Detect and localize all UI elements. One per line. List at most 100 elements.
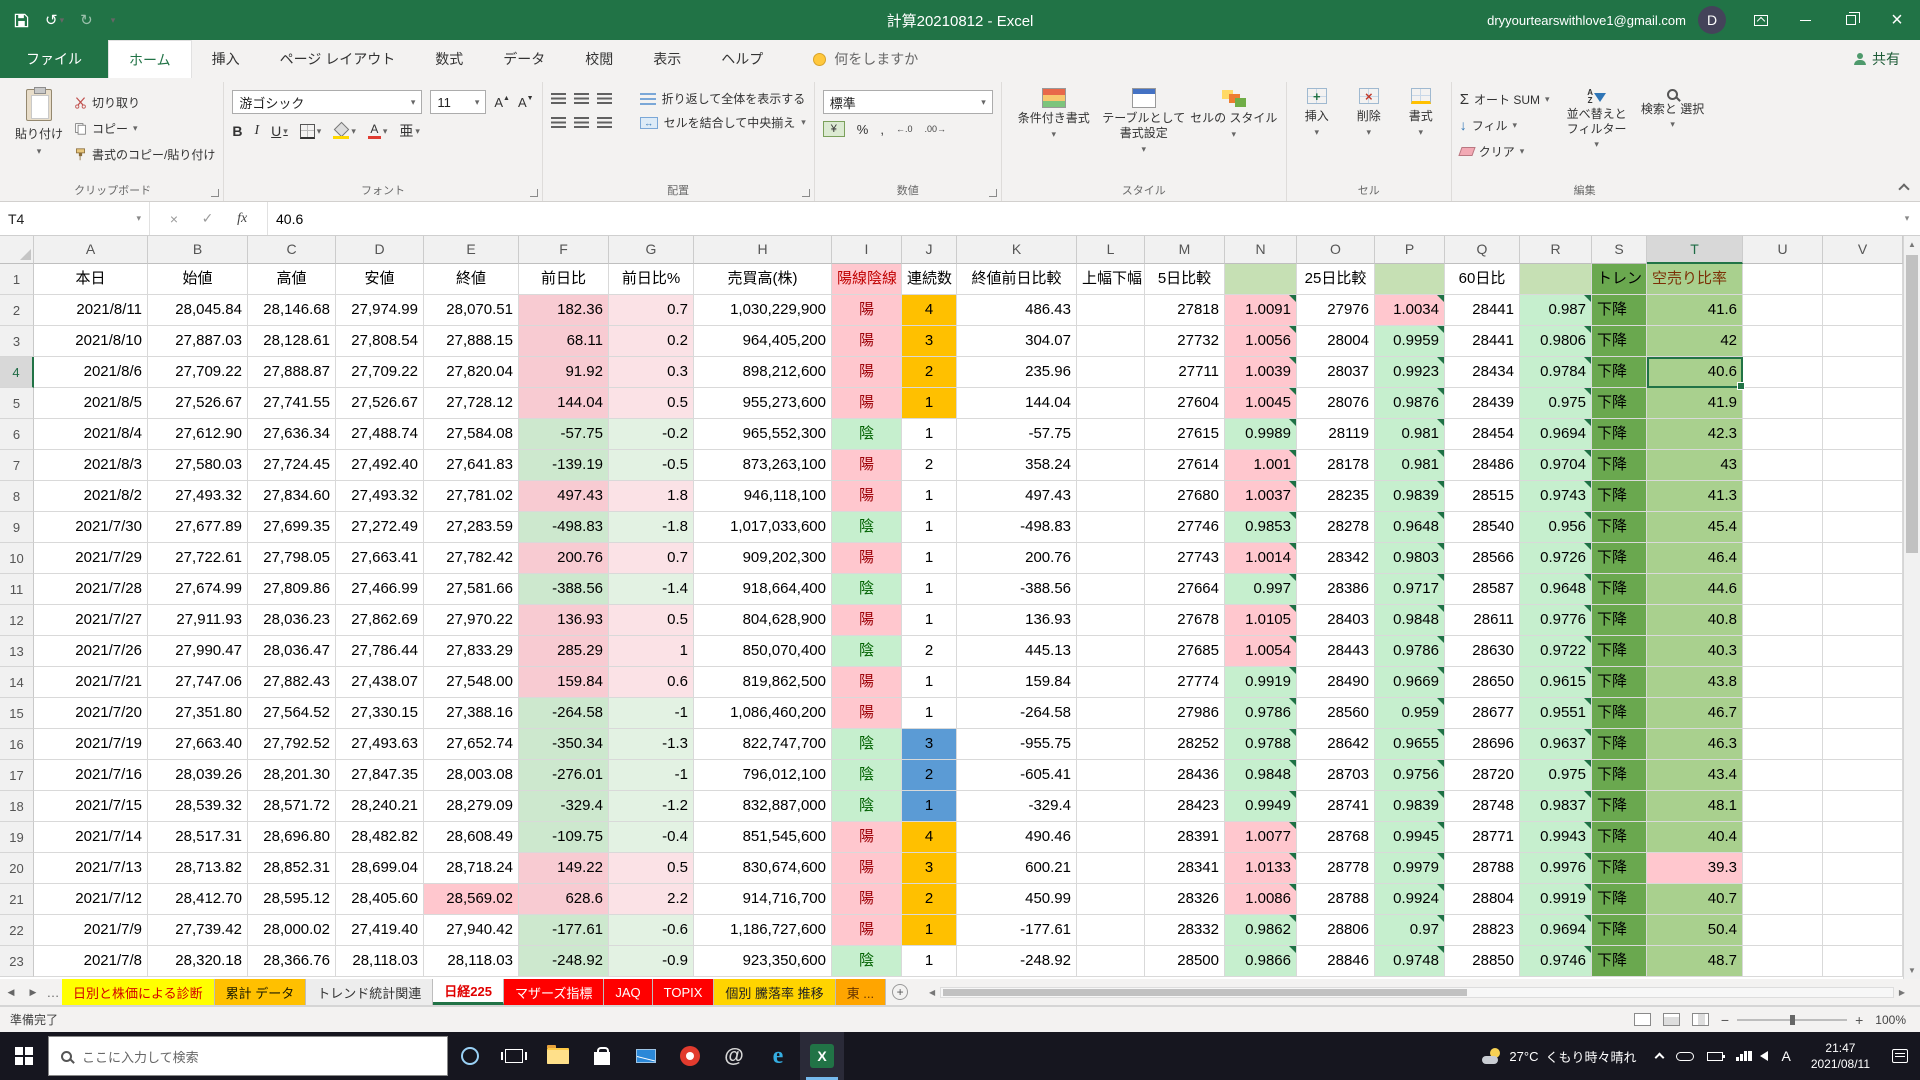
column-header-F[interactable]: F xyxy=(519,236,609,264)
cell-O14[interactable]: 28490 xyxy=(1297,667,1375,698)
onedrive-cloud-icon[interactable] xyxy=(1676,1052,1694,1061)
row-header-2[interactable]: 2 xyxy=(0,295,34,326)
cell-E20[interactable]: 28,718.24 xyxy=(424,853,519,884)
column-header-P[interactable]: P xyxy=(1375,236,1445,264)
cell-I20[interactable]: 陽 xyxy=(832,853,902,884)
cell-I4[interactable]: 陽 xyxy=(832,357,902,388)
cell-M5[interactable]: 27604 xyxy=(1145,388,1225,419)
zoom-slider-thumb[interactable] xyxy=(1790,1015,1795,1025)
cell-D12[interactable]: 27,862.69 xyxy=(336,605,424,636)
cell-H10[interactable]: 909,202,300 xyxy=(694,543,832,574)
cell-R21[interactable]: 0.9919 xyxy=(1520,884,1592,915)
cell-P5[interactable]: 0.9876 xyxy=(1375,388,1445,419)
cell-H13[interactable]: 850,070,400 xyxy=(694,636,832,667)
cell-V23[interactable] xyxy=(1823,946,1903,977)
cell-T13[interactable]: 40.3 xyxy=(1647,636,1743,667)
cell-G8[interactable]: 1.8 xyxy=(609,481,694,512)
cell-T8[interactable]: 41.3 xyxy=(1647,481,1743,512)
cell-J10[interactable]: 1 xyxy=(902,543,957,574)
cell-T22[interactable]: 50.4 xyxy=(1647,915,1743,946)
cell-J7[interactable]: 2 xyxy=(902,450,957,481)
cell-D16[interactable]: 27,493.63 xyxy=(336,729,424,760)
cell-M9[interactable]: 27746 xyxy=(1145,512,1225,543)
cell-E9[interactable]: 27,283.59 xyxy=(424,512,519,543)
cell-L2[interactable] xyxy=(1077,295,1145,326)
cell-N10[interactable]: 1.0014 xyxy=(1225,543,1297,574)
cell-P13[interactable]: 0.9786 xyxy=(1375,636,1445,667)
cell-Q4[interactable]: 28434 xyxy=(1445,357,1520,388)
cell-O18[interactable]: 28741 xyxy=(1297,791,1375,822)
cell-R20[interactable]: 0.9976 xyxy=(1520,853,1592,884)
cell-O9[interactable]: 28278 xyxy=(1297,512,1375,543)
cell-P3[interactable]: 0.9959 xyxy=(1375,326,1445,357)
cell-Q20[interactable]: 28788 xyxy=(1445,853,1520,884)
scroll-down-icon[interactable]: ▼ xyxy=(1904,962,1920,979)
select-all-corner[interactable] xyxy=(0,236,34,264)
cell-O13[interactable]: 28443 xyxy=(1297,636,1375,667)
cell-L3[interactable] xyxy=(1077,326,1145,357)
cell-L9[interactable] xyxy=(1077,512,1145,543)
horizontal-scroll-thumb[interactable] xyxy=(943,989,1467,996)
cell-F14[interactable]: 159.84 xyxy=(519,667,609,698)
cell-D5[interactable]: 27,526.67 xyxy=(336,388,424,419)
cell-B22[interactable]: 27,739.42 xyxy=(148,915,248,946)
cell-K21[interactable]: 450.99 xyxy=(957,884,1077,915)
cell-A4[interactable]: 2021/8/6 xyxy=(34,357,148,388)
cell-I12[interactable]: 陽 xyxy=(832,605,902,636)
cell-E14[interactable]: 27,548.00 xyxy=(424,667,519,698)
restore-button[interactable] xyxy=(1828,0,1874,40)
cell-V5[interactable] xyxy=(1823,388,1903,419)
cell-B3[interactable]: 27,887.03 xyxy=(148,326,248,357)
header-cell-前日比%[interactable]: 前日比% xyxy=(609,264,694,295)
bold-button[interactable]: B xyxy=(232,123,242,139)
cell-I14[interactable]: 陽 xyxy=(832,667,902,698)
cell-D19[interactable]: 28,482.82 xyxy=(336,822,424,853)
cell-N9[interactable]: 0.9853 xyxy=(1225,512,1297,543)
cell-M19[interactable]: 28391 xyxy=(1145,822,1225,853)
scroll-left-icon[interactable]: ◀ xyxy=(924,988,940,997)
scroll-right-icon[interactable]: ▶ xyxy=(1894,988,1910,997)
sheet-tab-TOPIX[interactable]: TOPIX xyxy=(653,979,715,1005)
cell-V9[interactable] xyxy=(1823,512,1903,543)
cell-C20[interactable]: 28,852.31 xyxy=(248,853,336,884)
cell-T16[interactable]: 46.3 xyxy=(1647,729,1743,760)
cell-J17[interactable]: 2 xyxy=(902,760,957,791)
cell-T14[interactable]: 43.8 xyxy=(1647,667,1743,698)
cell-A21[interactable]: 2021/7/12 xyxy=(34,884,148,915)
row-header-13[interactable]: 13 xyxy=(0,636,34,667)
cell-M8[interactable]: 27680 xyxy=(1145,481,1225,512)
cell-L10[interactable] xyxy=(1077,543,1145,574)
cell-U18[interactable] xyxy=(1743,791,1823,822)
cell-O19[interactable]: 28768 xyxy=(1297,822,1375,853)
customize-qat-icon[interactable]: ▾ xyxy=(109,15,116,26)
cell-F20[interactable]: 149.22 xyxy=(519,853,609,884)
cell-D6[interactable]: 27,488.74 xyxy=(336,419,424,450)
cell-E10[interactable]: 27,782.42 xyxy=(424,543,519,574)
cell-H22[interactable]: 1,186,727,600 xyxy=(694,915,832,946)
cell-Q12[interactable]: 28611 xyxy=(1445,605,1520,636)
cell-V20[interactable] xyxy=(1823,853,1903,884)
cell-S12[interactable]: 下降 xyxy=(1592,605,1647,636)
column-header-O[interactable]: O xyxy=(1297,236,1375,264)
align-center-icon[interactable] xyxy=(574,117,589,128)
cell-C8[interactable]: 27,834.60 xyxy=(248,481,336,512)
cell-J20[interactable]: 3 xyxy=(902,853,957,884)
cell-J22[interactable]: 1 xyxy=(902,915,957,946)
sheet-tab-個別 騰落率 推移[interactable]: 個別 騰落率 推移 xyxy=(714,979,835,1005)
cell-R12[interactable]: 0.9776 xyxy=(1520,605,1592,636)
cell-F15[interactable]: -264.58 xyxy=(519,698,609,729)
cell-F19[interactable]: -109.75 xyxy=(519,822,609,853)
cell-K19[interactable]: 490.46 xyxy=(957,822,1077,853)
cell-U19[interactable] xyxy=(1743,822,1823,853)
cell-E8[interactable]: 27,781.02 xyxy=(424,481,519,512)
cell-E11[interactable]: 27,581.66 xyxy=(424,574,519,605)
cell-L20[interactable] xyxy=(1077,853,1145,884)
cell-D15[interactable]: 27,330.15 xyxy=(336,698,424,729)
ribbon-tab-データ[interactable]: データ xyxy=(483,40,565,78)
cell-H16[interactable]: 822,747,700 xyxy=(694,729,832,760)
ime-indicator[interactable]: A xyxy=(1781,1048,1790,1064)
cell-Q17[interactable]: 28720 xyxy=(1445,760,1520,791)
cell-J11[interactable]: 1 xyxy=(902,574,957,605)
cell-N8[interactable]: 1.0037 xyxy=(1225,481,1297,512)
cell-V11[interactable] xyxy=(1823,574,1903,605)
